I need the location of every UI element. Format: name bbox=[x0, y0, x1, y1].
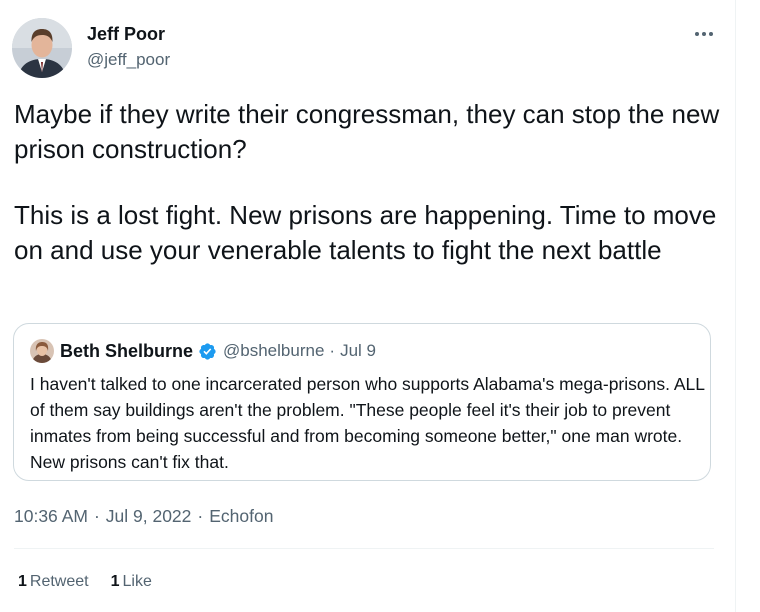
meta-separator: · bbox=[197, 506, 204, 526]
retweets-stat[interactable]: 1 Retweet bbox=[18, 571, 89, 593]
verified-badge-icon bbox=[198, 342, 217, 361]
tweet-date[interactable]: Jul 9, 2022 bbox=[106, 506, 192, 526]
tweet-paragraph: Maybe if they write their congressman, t… bbox=[14, 99, 720, 164]
likes-label: Like bbox=[122, 573, 152, 590]
tweet-text: Maybe if they write their congressman, t… bbox=[14, 97, 726, 268]
quoted-tweet-text: I haven't talked to one incarcerated per… bbox=[30, 374, 705, 472]
retweets-count: 1 bbox=[18, 573, 27, 590]
tweet-time[interactable]: 10:36 AM bbox=[14, 506, 88, 526]
likes-stat[interactable]: 1 Like bbox=[111, 571, 152, 593]
quoted-tweet-header: Beth Shelburne @bshelburne · Jul 9 bbox=[30, 338, 376, 364]
quoted-author-avatar[interactable] bbox=[30, 339, 54, 363]
quoted-tweet-card[interactable]: Beth Shelburne @bshelburne · Jul 9 I hav… bbox=[13, 323, 711, 481]
column-border bbox=[735, 0, 736, 612]
divider bbox=[14, 548, 714, 549]
tweet-page: Jeff Poor @jeff_poor Maybe if they write… bbox=[0, 0, 760, 612]
more-horizontal-icon bbox=[695, 32, 713, 36]
tweet-paragraph: This is a lost fight. New prisons are ha… bbox=[14, 200, 717, 265]
author-avatar[interactable] bbox=[12, 18, 72, 78]
retweets-label: Retweet bbox=[29, 573, 89, 590]
quoted-tweet-date[interactable]: Jul 9 bbox=[340, 341, 376, 361]
likes-count: 1 bbox=[110, 573, 120, 590]
engagement-stats: 1 Retweet 1 Like bbox=[18, 571, 174, 593]
tweet-metadata: 10:36 AM · Jul 9, 2022 · Echofon bbox=[14, 504, 273, 528]
author-handle[interactable]: @jeff_poor bbox=[87, 50, 170, 70]
quoted-author-display-name[interactable]: Beth Shelburne bbox=[60, 341, 193, 362]
more-options-button[interactable] bbox=[692, 24, 716, 44]
meta-separator: · bbox=[93, 506, 100, 526]
tweet-source[interactable]: Echofon bbox=[209, 506, 273, 526]
quoted-separator: · bbox=[329, 341, 336, 360]
author-display-name[interactable]: Jeff Poor bbox=[87, 23, 165, 45]
quoted-author-handle[interactable]: @bshelburne bbox=[223, 341, 324, 361]
